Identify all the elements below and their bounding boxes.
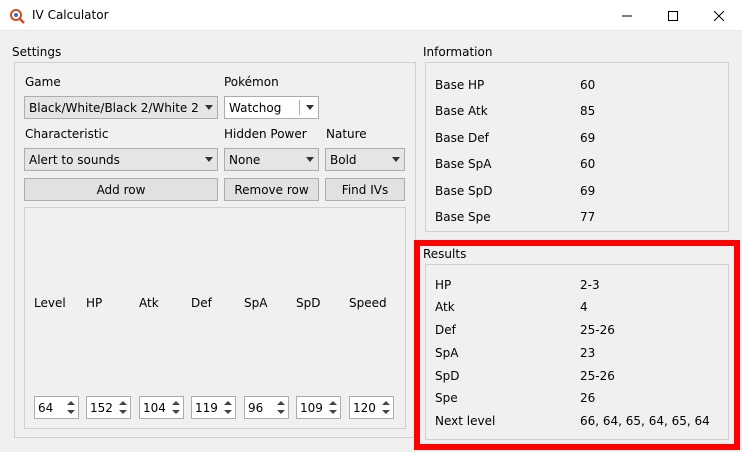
spin-down-icon[interactable] (67, 410, 75, 414)
column-header-level: Level (34, 296, 66, 310)
base-def-label: Base Def (435, 131, 489, 145)
result-atk-label: Atk (435, 300, 455, 314)
spin-down-icon[interactable] (224, 410, 232, 414)
result-spa-label: SpA (435, 346, 459, 360)
base-atk-label: Base Atk (435, 104, 488, 118)
spin-down-icon[interactable] (172, 410, 180, 414)
base-spd-label: Base SpD (435, 184, 493, 198)
level-spinbox[interactable]: 64 (34, 396, 79, 419)
atk-value: 104 (143, 401, 166, 415)
speed-spinbox[interactable]: 120 (349, 396, 394, 419)
spin-up-icon[interactable] (172, 401, 180, 405)
column-header-speed: Speed (349, 296, 387, 310)
base-spa-value: 60 (580, 157, 596, 171)
spd-spinbox[interactable]: 109 (296, 396, 341, 419)
hp-spinbox[interactable]: 152 (86, 396, 131, 419)
result-def-value: 25-26 (580, 323, 615, 337)
base-spd-value: 69 (580, 184, 596, 198)
column-header-def: Def (191, 296, 212, 310)
minimize-icon (622, 15, 632, 16)
base-spe-value: 77 (580, 210, 596, 224)
result-spe-value: 26 (580, 391, 596, 405)
base-hp-label: Base HP (435, 78, 485, 92)
result-spd-label: SpD (435, 369, 460, 383)
base-atk-value: 85 (580, 104, 596, 118)
speed-value: 120 (353, 401, 376, 415)
information-group-title: Information (423, 45, 493, 59)
result-spd-value: 25-26 (580, 369, 615, 383)
settings-group-title: Settings (12, 45, 62, 59)
window-title: IV Calculator (32, 8, 109, 22)
base-def-value: 69 (580, 131, 596, 145)
characteristic-value: Alert to sounds (29, 153, 120, 167)
spin-down-icon[interactable] (382, 410, 390, 414)
spin-down-icon[interactable] (277, 410, 285, 414)
spd-value: 109 (300, 401, 323, 415)
spin-down-icon[interactable] (119, 410, 127, 414)
base-spa-label: Base SpA (435, 157, 492, 171)
spin-up-icon[interactable] (67, 401, 75, 405)
result-hp-label: HP (435, 278, 452, 292)
pokemon-value: Watchog (229, 101, 282, 115)
remove-row-button[interactable]: Remove row (224, 178, 319, 201)
result-next-level-value: 66, 64, 65, 64, 65, 64 (580, 414, 710, 428)
chevron-down-icon (205, 157, 213, 162)
close-icon (714, 10, 724, 21)
minimize-button[interactable] (604, 0, 650, 31)
combo-separator (299, 100, 300, 115)
nature-combo[interactable]: Bold (325, 148, 405, 171)
chevron-down-icon (205, 105, 213, 110)
level-value: 64 (38, 401, 54, 415)
base-hp-value: 60 (580, 78, 596, 92)
result-spa-value: 23 (580, 346, 596, 360)
result-hp-value: 2-3 (580, 278, 600, 292)
nature-value: Bold (330, 153, 357, 167)
result-def-label: Def (435, 323, 456, 337)
find-ivs-button[interactable]: Find IVs (325, 178, 405, 201)
column-header-atk: Atk (139, 296, 159, 310)
column-header-spd: SpD (296, 296, 321, 310)
spin-up-icon[interactable] (277, 401, 285, 405)
pokemon-label: Pokémon (224, 75, 279, 89)
hidden-power-value: None (229, 153, 261, 167)
spin-up-icon[interactable] (224, 401, 232, 405)
def-value: 119 (195, 401, 218, 415)
hidden-power-combo[interactable]: None (224, 148, 319, 171)
game-combo[interactable]: Black/White/Black 2/White 2 (24, 96, 218, 119)
pokemon-combo[interactable]: Watchog (224, 96, 319, 119)
characteristic-label: Characteristic (25, 127, 109, 141)
spin-up-icon[interactable] (382, 401, 390, 405)
add-row-button[interactable]: Add row (24, 178, 218, 201)
characteristic-combo[interactable]: Alert to sounds (24, 148, 218, 171)
maximize-button[interactable] (650, 0, 696, 31)
maximize-icon (668, 10, 678, 21)
spin-up-icon[interactable] (329, 401, 337, 405)
magnifier-app-icon (10, 9, 25, 24)
hp-value: 152 (90, 401, 113, 415)
result-atk-value: 4 (580, 300, 588, 314)
spin-up-icon[interactable] (119, 401, 127, 405)
result-next-level-label: Next level (435, 414, 496, 428)
spin-down-icon[interactable] (329, 410, 337, 414)
column-header-spa: SpA (244, 296, 268, 310)
results-group-title: Results (423, 247, 467, 261)
game-value: Black/White/Black 2/White 2 (29, 101, 199, 115)
nature-label: Nature (326, 127, 367, 141)
hidden-power-label: Hidden Power (224, 127, 307, 141)
base-spe-label: Base Spe (435, 210, 491, 224)
title-bar: IV Calculator (0, 0, 742, 31)
close-button[interactable] (696, 0, 742, 31)
chevron-down-icon (306, 157, 314, 162)
chevron-down-icon (392, 157, 400, 162)
chevron-down-icon (306, 105, 314, 110)
spa-value: 96 (248, 401, 264, 415)
def-spinbox[interactable]: 119 (191, 396, 236, 419)
column-header-hp: HP (86, 296, 103, 310)
atk-spinbox[interactable]: 104 (139, 396, 184, 419)
result-spe-label: Spe (435, 391, 458, 405)
spa-spinbox[interactable]: 96 (244, 396, 289, 419)
game-label: Game (25, 75, 61, 89)
